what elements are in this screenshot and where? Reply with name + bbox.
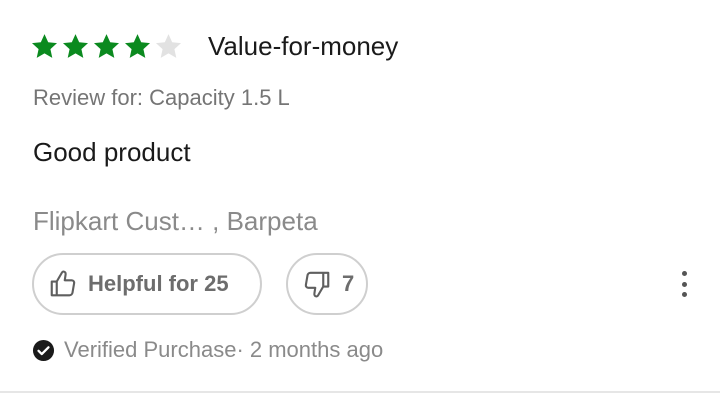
divider [0,391,720,393]
more-vertical-icon[interactable] [674,271,694,297]
star-empty-icon [155,33,182,58]
star-filled-icon [62,33,89,58]
verified-purchase-row: Verified Purchase · 2 months ago [32,336,383,364]
star-filled-icon [93,33,120,58]
star-rating [30,32,183,61]
helpful-label: Helpful for 25 [88,271,229,296]
not-helpful-button[interactable]: 7 [286,253,368,315]
thumbs-up-icon [50,270,76,297]
rating-row [30,28,183,64]
helpful-button[interactable]: Helpful for 25 [32,253,262,315]
check-circle-icon [32,339,55,361]
not-helpful-count: 7 [342,271,355,296]
review-time: · 2 months ago [236,337,384,362]
star-filled-icon [124,33,151,58]
review-card: Value-for-money Review for: Capacity 1.5… [0,0,720,405]
review-headline: Value-for-money [208,31,399,61]
review-body: Good product [33,137,191,167]
review-author: Flipkart Cust… , Barpeta [33,206,318,236]
thumbs-down-icon [304,271,330,298]
review-variant: Review for: Capacity 1.5 L [33,85,290,110]
verified-label: Verified Purchase [64,337,237,362]
star-filled-icon [31,33,58,58]
